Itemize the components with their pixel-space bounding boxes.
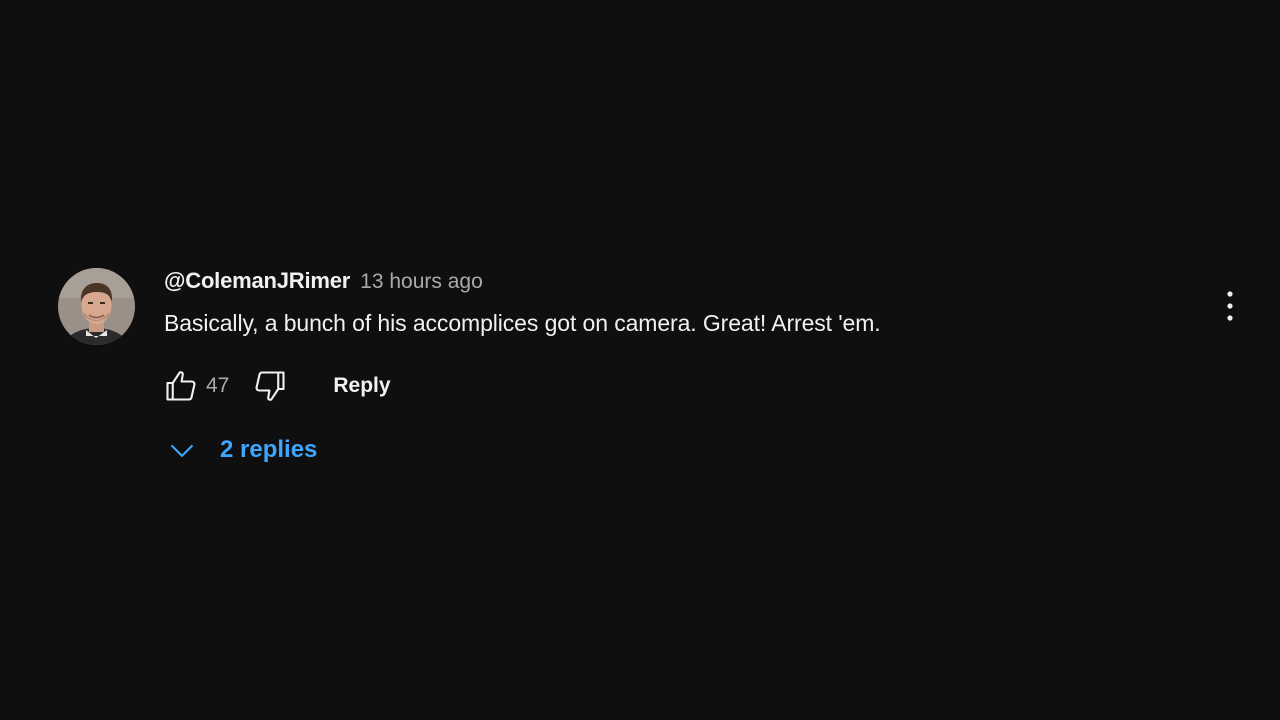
- avatar-image: [58, 268, 135, 345]
- comment-action-bar: 47 Reply: [160, 366, 391, 406]
- like-button[interactable]: [160, 366, 202, 406]
- dislike-button[interactable]: [249, 366, 291, 406]
- replies-count-label: 2 replies: [220, 436, 318, 463]
- author-name[interactable]: @ColemanJRimer: [164, 268, 350, 294]
- chevron-down-icon: [170, 444, 194, 458]
- thumbs-down-icon: [255, 371, 285, 401]
- reply-button[interactable]: Reply: [333, 374, 390, 398]
- comment-header: @ColemanJRimer 13 hours ago: [164, 268, 1214, 302]
- view-replies-button[interactable]: 2 replies: [168, 430, 317, 470]
- avatar[interactable]: [58, 268, 135, 345]
- comment-options-button[interactable]: [1215, 288, 1245, 324]
- comment-timestamp[interactable]: 13 hours ago: [360, 270, 483, 294]
- page: @ColemanJRimer 13 hours ago Basically, a…: [0, 0, 1280, 720]
- comment-body: @ColemanJRimer 13 hours ago Basically, a…: [164, 268, 1214, 463]
- thumbs-up-icon: [166, 371, 196, 401]
- like-count: 47: [206, 374, 230, 397]
- more-vertical-icon: [1227, 291, 1233, 321]
- comment-text: Basically, a bunch of his accomplices go…: [164, 310, 881, 336]
